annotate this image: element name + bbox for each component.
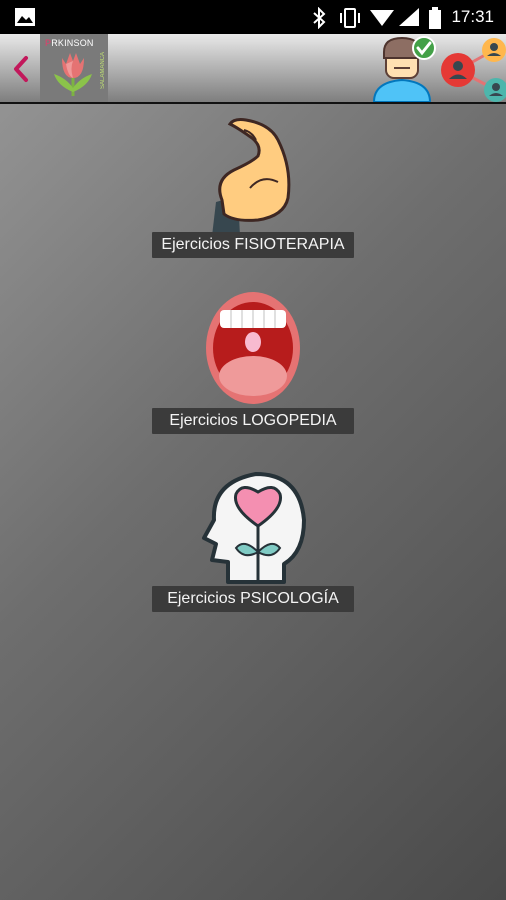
flexed-arm-icon[interactable]: [200, 116, 306, 236]
image-icon: [15, 8, 35, 26]
app-bar: PRKINSON SALAMANCA: [0, 34, 506, 104]
head-heart-icon[interactable]: [200, 468, 306, 588]
user-verified-icon[interactable]: [370, 36, 440, 102]
network-icon[interactable]: [438, 36, 506, 102]
battery-icon: [429, 7, 441, 29]
vibrate-icon: [340, 8, 360, 28]
back-arrow-icon[interactable]: [8, 52, 34, 86]
tulip-icon: [54, 53, 92, 96]
app-logo: PRKINSON SALAMANCA: [40, 34, 108, 102]
status-bar: 17:31: [0, 0, 506, 34]
fisioterapia-label: Ejercicios FISIOTERAPIA: [152, 232, 354, 258]
status-time: 17:31: [451, 7, 494, 26]
open-mouth-icon[interactable]: [200, 290, 306, 410]
psicologia-label: Ejercicios PSICOLOGÍA: [152, 586, 354, 612]
menu-item-fisioterapia[interactable]: Ejercicios FISIOTERAPIA: [0, 114, 506, 264]
wifi-icon: [370, 10, 394, 26]
bluetooth-icon: [313, 7, 326, 29]
menu-item-logopedia[interactable]: Ejercicios LOGOPEDIA: [0, 290, 506, 440]
signal-icon: [399, 8, 419, 26]
menu-item-psicologia[interactable]: Ejercicios PSICOLOGÍA: [0, 468, 506, 618]
logopedia-label: Ejercicios LOGOPEDIA: [152, 408, 354, 434]
